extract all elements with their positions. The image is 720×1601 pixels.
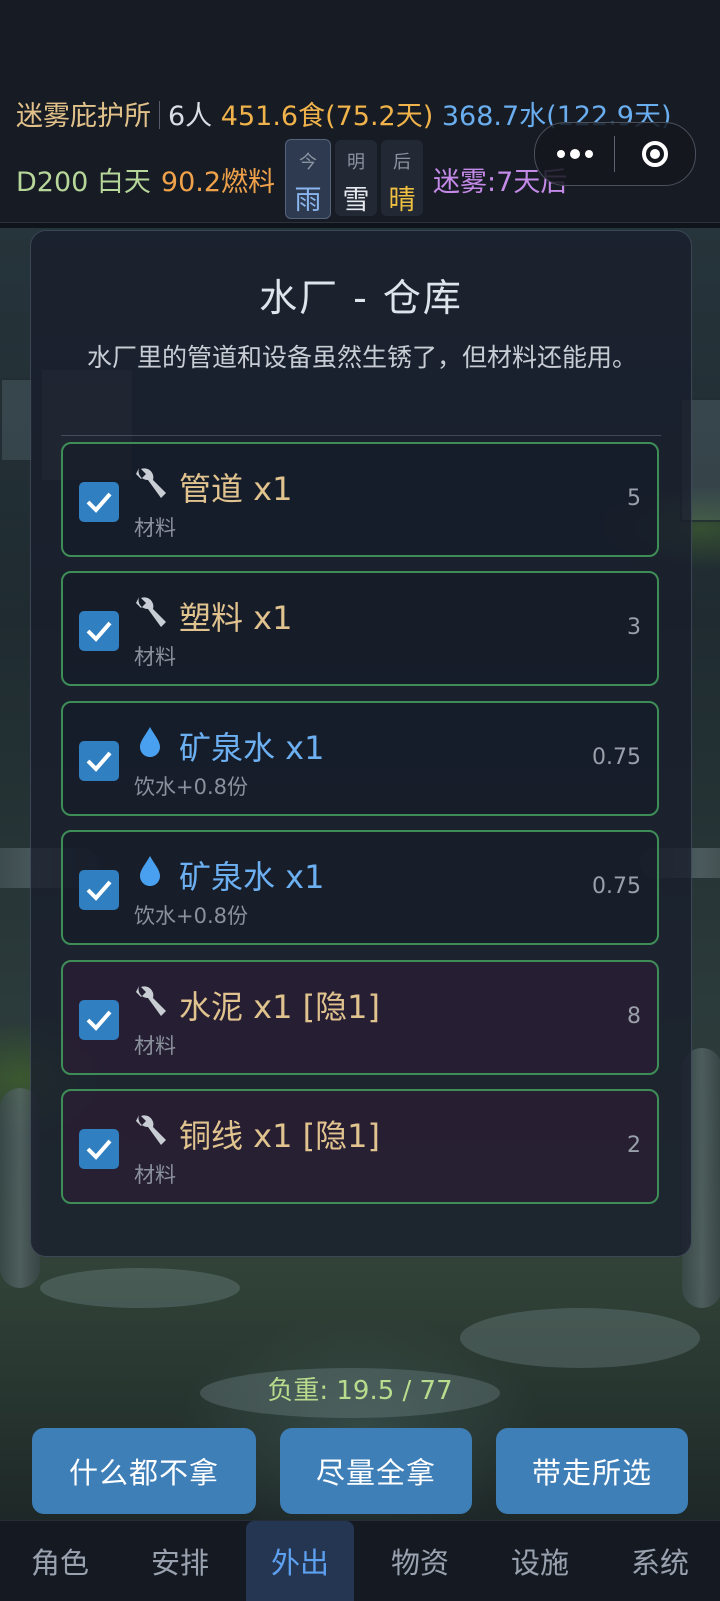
checkbox-checked[interactable] [79, 1000, 119, 1040]
food-stock: 451.6食(75.2天) [220, 101, 434, 132]
checkbox-checked[interactable] [79, 741, 119, 781]
weather-value: 雨 [294, 185, 322, 216]
day-weather-row: D200 白天 90.2燃料 今 雨 明 雪 后 晴 迷雾:7天后 [16, 139, 567, 219]
tab-outing[interactable]: 外出 [240, 1521, 360, 1601]
weather-day-after: 后 晴 [381, 140, 424, 216]
bottom-tab-bar: 角色 安排 外出 物资 设施 系统 [0, 1520, 720, 1601]
close-mini-program-icon[interactable] [615, 141, 694, 167]
item-weight: 8 [627, 1004, 641, 1029]
item-category: 材料 [134, 1034, 176, 1058]
tab-label: 物资 [390, 1546, 449, 1580]
item-effect: 饮水+0.8份 [134, 775, 248, 799]
item-weight: 2 [627, 1133, 641, 1158]
item-name: 水泥 x1 [隐1] [179, 988, 380, 1026]
loot-item-hidden[interactable]: 水泥 x1 [隐1] 材料 8 [61, 960, 659, 1075]
item-category: 材料 [134, 516, 176, 540]
loot-item[interactable]: 管道 x1 材料 5 [61, 442, 659, 557]
checkbox-checked[interactable] [79, 611, 119, 651]
tab-system[interactable]: 系统 [600, 1521, 720, 1601]
wrench-icon [136, 1115, 166, 1145]
divider [159, 101, 160, 129]
wrench-icon [136, 468, 166, 498]
item-effect: 饮水+0.8份 [134, 904, 248, 928]
mini-program-capsule [534, 122, 696, 186]
fuel-stock: 90.2燃料 [160, 167, 276, 198]
item-weight: 0.75 [592, 874, 641, 899]
weather-today: 今 雨 [285, 139, 332, 219]
tab-facilities[interactable]: 设施 [480, 1521, 600, 1601]
item-weight: 0.75 [592, 745, 641, 770]
tab-schedule[interactable]: 安排 [120, 1521, 240, 1601]
item-category: 材料 [134, 645, 176, 669]
take-all-button[interactable]: 尽量全拿 [280, 1428, 472, 1514]
take-selected-button[interactable]: 带走所选 [496, 1428, 688, 1514]
weather-tomorrow: 明 雪 [335, 140, 378, 216]
wrench-icon [136, 986, 166, 1016]
tab-supplies[interactable]: 物资 [360, 1521, 480, 1601]
item-name: 铜线 x1 [隐1] [179, 1117, 380, 1155]
panel-description: 水厂里的管道和设备虽然生锈了，但材料还能用。 [86, 343, 637, 372]
loot-item[interactable]: 矿泉水 x1 饮水+0.8份 0.75 [61, 830, 659, 945]
tab-label: 设施 [510, 1546, 569, 1580]
carry-weight: 负重: 19.5 / 77 [267, 1376, 453, 1406]
item-name: 矿泉水 x1 [179, 858, 325, 896]
tab-label: 系统 [630, 1546, 689, 1580]
day-indicator: D200 白天 [16, 167, 151, 198]
tab-character[interactable]: 角色 [0, 1521, 120, 1601]
tab-label: 角色 [30, 1546, 89, 1580]
weather-value: 晴 [388, 185, 416, 216]
loot-panel: 水厂 - 仓库 水厂里的管道和设备虽然生锈了，但材料还能用。 管道 x1 材料 … [30, 230, 692, 1257]
status-header: 迷雾庇护所 6人 451.6食(75.2天) 368.7水(122.9天) D20… [0, 0, 720, 223]
tab-label: 安排 [150, 1546, 209, 1580]
checkbox-checked[interactable] [79, 482, 119, 522]
shelter-name: 迷雾庇护所 [16, 101, 151, 132]
divider [61, 435, 661, 436]
loot-item[interactable]: 矿泉水 x1 饮水+0.8份 0.75 [61, 701, 659, 816]
water-drop-icon [140, 727, 160, 757]
checkbox-checked[interactable] [79, 870, 119, 910]
more-menu-icon[interactable] [535, 149, 614, 159]
tab-label: 外出 [270, 1546, 329, 1580]
panel-title: 水厂 - 仓库 [259, 276, 463, 320]
weather-day-label: 后 [393, 152, 412, 173]
item-name: 管道 x1 [179, 470, 293, 508]
item-name: 塑料 x1 [179, 599, 293, 637]
wrench-icon [136, 597, 166, 627]
people-count: 6人 [168, 101, 213, 132]
weather-day-label: 今 [299, 152, 318, 173]
weather-day-label: 明 [347, 152, 366, 173]
item-weight: 5 [627, 486, 641, 511]
take-nothing-button[interactable]: 什么都不拿 [32, 1428, 256, 1514]
checkbox-checked[interactable] [79, 1129, 119, 1169]
item-name: 矿泉水 x1 [179, 729, 325, 767]
loot-item[interactable]: 塑料 x1 材料 3 [61, 571, 659, 686]
item-weight: 3 [627, 615, 641, 640]
item-category: 材料 [134, 1163, 176, 1187]
loot-item-hidden[interactable]: 铜线 x1 [隐1] 材料 2 [61, 1089, 659, 1204]
weather-value: 雪 [342, 185, 370, 216]
water-drop-icon [140, 856, 160, 886]
weather-forecast: 今 雨 明 雪 后 晴 [285, 139, 424, 219]
